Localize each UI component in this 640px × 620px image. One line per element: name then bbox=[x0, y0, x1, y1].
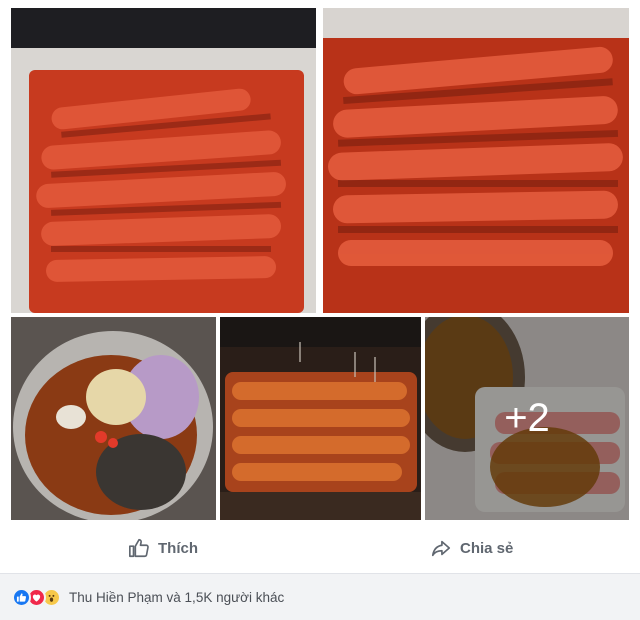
oven-ribs-image bbox=[220, 317, 421, 520]
photo-seasoning-bowl[interactable] bbox=[11, 317, 216, 520]
like-button[interactable]: Thích bbox=[128, 526, 198, 570]
share-arrow-icon bbox=[431, 540, 451, 557]
reactions-summary-text[interactable]: Thu Hiền Phạm và 1,5K người khác bbox=[69, 590, 284, 605]
like-icon bbox=[12, 587, 31, 607]
thumbs-up-icon bbox=[129, 538, 149, 558]
like-label: Thích bbox=[158, 539, 198, 557]
photo-oven-ribs[interactable] bbox=[220, 317, 421, 520]
reaction-icons bbox=[12, 587, 61, 607]
photo-marinated-ribs-2[interactable] bbox=[323, 8, 629, 313]
ribs-closeup-image bbox=[323, 8, 629, 313]
photo-marinated-ribs-1[interactable] bbox=[11, 8, 316, 313]
more-photos-overlay[interactable]: +2 bbox=[425, 317, 629, 520]
ribs-tray-image bbox=[11, 8, 316, 313]
post-actions-bar: Thích Chia sẻ bbox=[0, 526, 640, 570]
reactions-summary[interactable]: Thu Hiền Phạm và 1,5K người khác bbox=[0, 573, 640, 620]
seasoning-bowl-image bbox=[11, 317, 216, 520]
photo-sauce-ribs-more[interactable]: +2 bbox=[425, 317, 629, 520]
share-button[interactable]: Chia sẻ bbox=[430, 526, 513, 570]
share-label: Chia sẻ bbox=[460, 539, 514, 557]
